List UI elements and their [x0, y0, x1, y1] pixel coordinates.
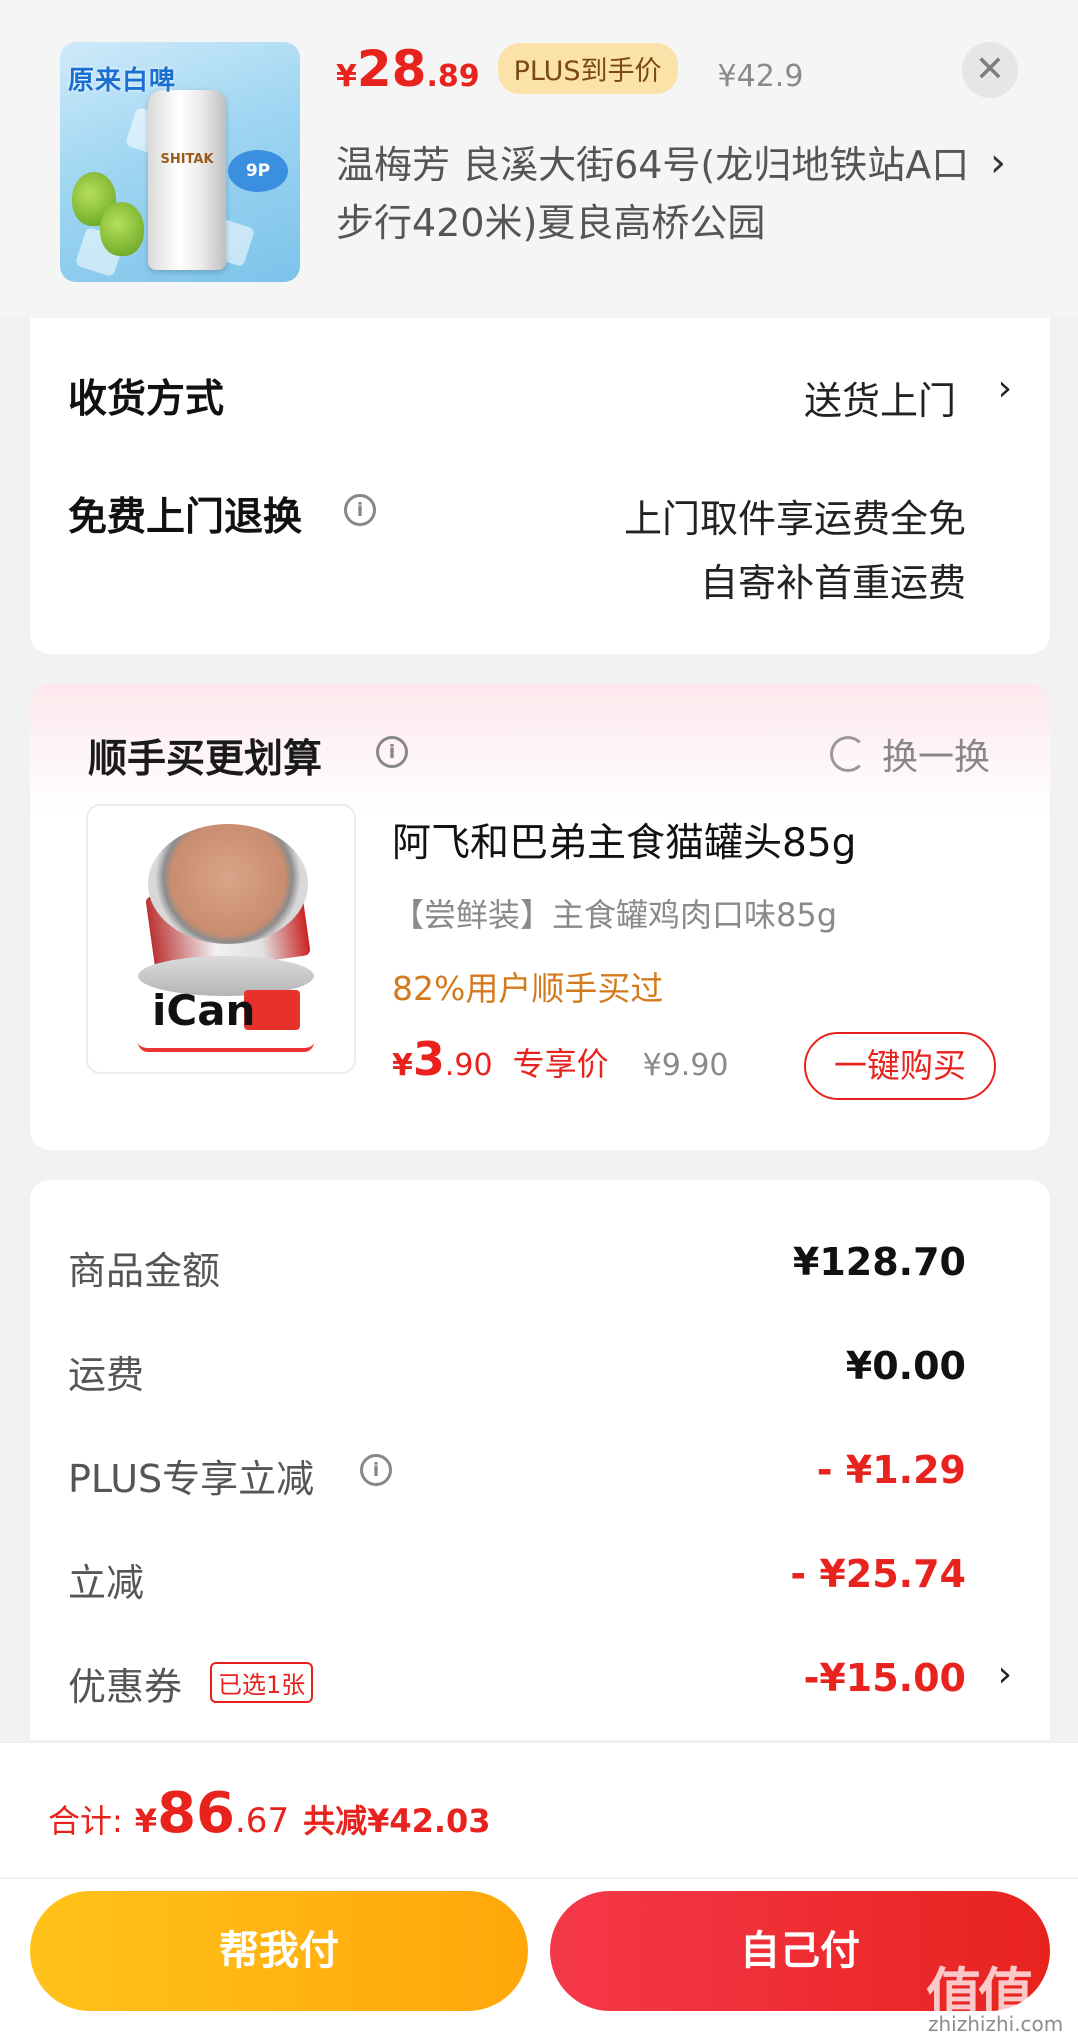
plus-price-chip: PLUS到手价	[497, 43, 678, 94]
summary-value: - ¥25.74	[790, 1552, 966, 1596]
swap-label: 换一换	[882, 737, 991, 778]
price-integer: 28	[356, 40, 427, 98]
total-decimal: .67	[235, 1801, 290, 1841]
summary-value: - ¥1.29	[816, 1448, 966, 1492]
original-price: ¥42.9	[717, 59, 804, 94]
ask-friend-pay-button[interactable]: 帮我付	[30, 1891, 528, 2011]
price-currency: ¥	[392, 1048, 413, 1083]
divider	[0, 1877, 1078, 1879]
summary-label: 商品金额	[68, 1249, 221, 1293]
total-currency: ¥	[134, 1802, 158, 1840]
upsell-title-text: 顺手买更划算	[88, 737, 323, 782]
exclusive-price-tag: 专享价	[512, 1045, 609, 1083]
price-integer: 3	[412, 1032, 445, 1086]
upsell-product-spec: 【尝鲜装】主食罐鸡肉口味85g	[392, 896, 838, 934]
delivery-method-value[interactable]: 送货上门	[804, 370, 956, 425]
close-icon: ✕	[974, 49, 1006, 90]
chevron-right-icon[interactable]: ›	[990, 140, 1006, 186]
info-icon[interactable]: i	[344, 494, 376, 526]
can-label: SHITAK	[160, 152, 214, 167]
shipping-card: 收货方式 送货上门 › 免费上门退换 i 上门取件享运费全免 自寄补首重运费	[30, 318, 1050, 654]
original-price: ¥9.90	[642, 1048, 729, 1083]
order-summary-card: 商品金额 ¥128.70 运费 ¥0.00 PLUS专享立减 i - ¥1.29…	[30, 1180, 1050, 1740]
total-saved: 共减¥42.03	[303, 1802, 491, 1840]
total-row: 合计: ¥ 86 .67 共减¥42.03	[48, 1781, 491, 1846]
upsell-card: 顺手买更划算 i 换一换 iCan 阿飞和巴弟主食猫罐头85g 【尝鲜装】主食罐…	[30, 684, 1050, 1150]
delivery-method-label: 收货方式	[68, 377, 225, 422]
summary-label: 优惠券	[68, 1665, 183, 1709]
coupon-value[interactable]: -¥15.00	[804, 1656, 966, 1700]
product-header: SHITAK 原来白啤 9P ¥ 28 .89 PLUS到手价 ¥42.9 ✕ …	[0, 0, 1078, 318]
cat-can-lid	[148, 824, 308, 944]
swap-button[interactable]: 换一换	[830, 728, 990, 780]
image-banner-text: 原来白啤	[68, 66, 177, 96]
checkout-bar: 合计: ¥ 86 .67 共减¥42.03 帮我付 自己付	[0, 1742, 1078, 2042]
upsell-title: 顺手买更划算	[88, 728, 322, 784]
free-return-label: 免费上门退换	[68, 495, 303, 540]
upsell-price-row: ¥ 3 .90 专享价 ¥9.90	[392, 1032, 729, 1086]
price-decimal: .89	[426, 59, 480, 94]
total-integer: 86	[157, 1781, 235, 1846]
total-label: 合计:	[48, 1802, 123, 1840]
summary-value: ¥0.00	[845, 1344, 966, 1388]
upsell-product-image[interactable]: iCan	[86, 804, 356, 1074]
summary-label: PLUS专享立减	[68, 1457, 315, 1501]
price-currency: ¥	[336, 59, 357, 94]
chevron-right-icon[interactable]: ›	[998, 1654, 1012, 1695]
summary-value: ¥128.70	[792, 1240, 966, 1284]
upsell-product-name[interactable]: 阿飞和巴弟主食猫罐头85g	[392, 812, 856, 868]
one-click-buy-button[interactable]: 一键购买	[804, 1032, 996, 1100]
product-price-row: ¥ 28 .89 PLUS到手价 ¥42.9	[336, 40, 803, 100]
chevron-right-icon[interactable]: ›	[998, 368, 1012, 409]
beer-can-image	[148, 90, 226, 270]
return-policy-line2: 自寄补首重运费	[699, 561, 966, 605]
upsell-social-proof: 82%用户顺手买过	[392, 969, 664, 1008]
coupon-count-chip: 已选1张	[210, 1662, 314, 1703]
price-decimal: .90	[444, 1048, 493, 1083]
hop-decoration	[100, 202, 144, 256]
info-icon[interactable]: i	[376, 736, 408, 768]
product-image[interactable]: SHITAK 原来白啤 9P	[60, 42, 300, 282]
summary-label: 立减	[68, 1561, 145, 1605]
summary-label: 运费	[68, 1353, 145, 1397]
delivery-address[interactable]: 温梅芳 良溪大街64号(龙归地铁站A口步行420米)夏良高桥公园	[336, 136, 976, 252]
pack-badge: 9P	[228, 150, 288, 192]
refresh-icon	[830, 736, 866, 772]
info-icon[interactable]: i	[360, 1454, 392, 1486]
return-policy-line1: 上门取件享运费全免	[623, 497, 966, 541]
cat-can-brand: iCan	[152, 986, 256, 1035]
close-button[interactable]: ✕	[962, 42, 1018, 98]
watermark-site: zhizhizhi.com	[928, 2012, 1064, 2036]
